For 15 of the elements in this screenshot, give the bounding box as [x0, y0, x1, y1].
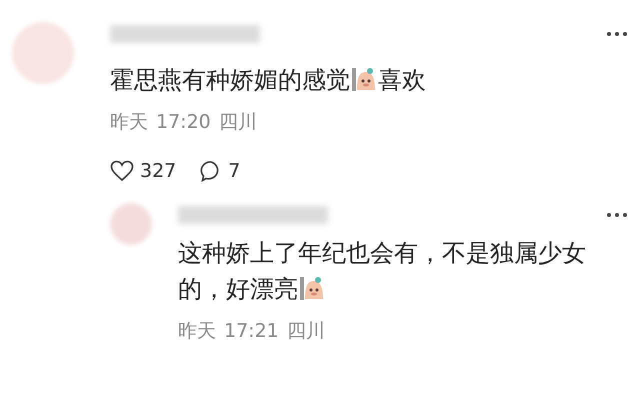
- comment-text: 霍思燕有种娇媚的感觉 喜欢: [110, 65, 427, 96]
- like-button[interactable]: 327: [110, 156, 176, 185]
- more-icon[interactable]: [606, 31, 628, 37]
- more-icon[interactable]: [606, 212, 628, 218]
- comment-location: 四川: [218, 110, 257, 135]
- sticker-icon: [299, 275, 325, 301]
- comment-text: 这种娇上了年纪也会有，不是独属少女的，好漂亮: [178, 238, 587, 305]
- heart-icon: [110, 160, 134, 182]
- comment-time: 17:21: [224, 319, 279, 344]
- reply-button[interactable]: 7: [200, 156, 240, 185]
- comment-location: 四川: [286, 319, 325, 344]
- sticker-icon: [351, 66, 377, 92]
- comment-date: 昨天: [110, 110, 148, 135]
- comment-date: 昨天: [178, 319, 216, 344]
- comment-time: 17:20: [156, 110, 211, 135]
